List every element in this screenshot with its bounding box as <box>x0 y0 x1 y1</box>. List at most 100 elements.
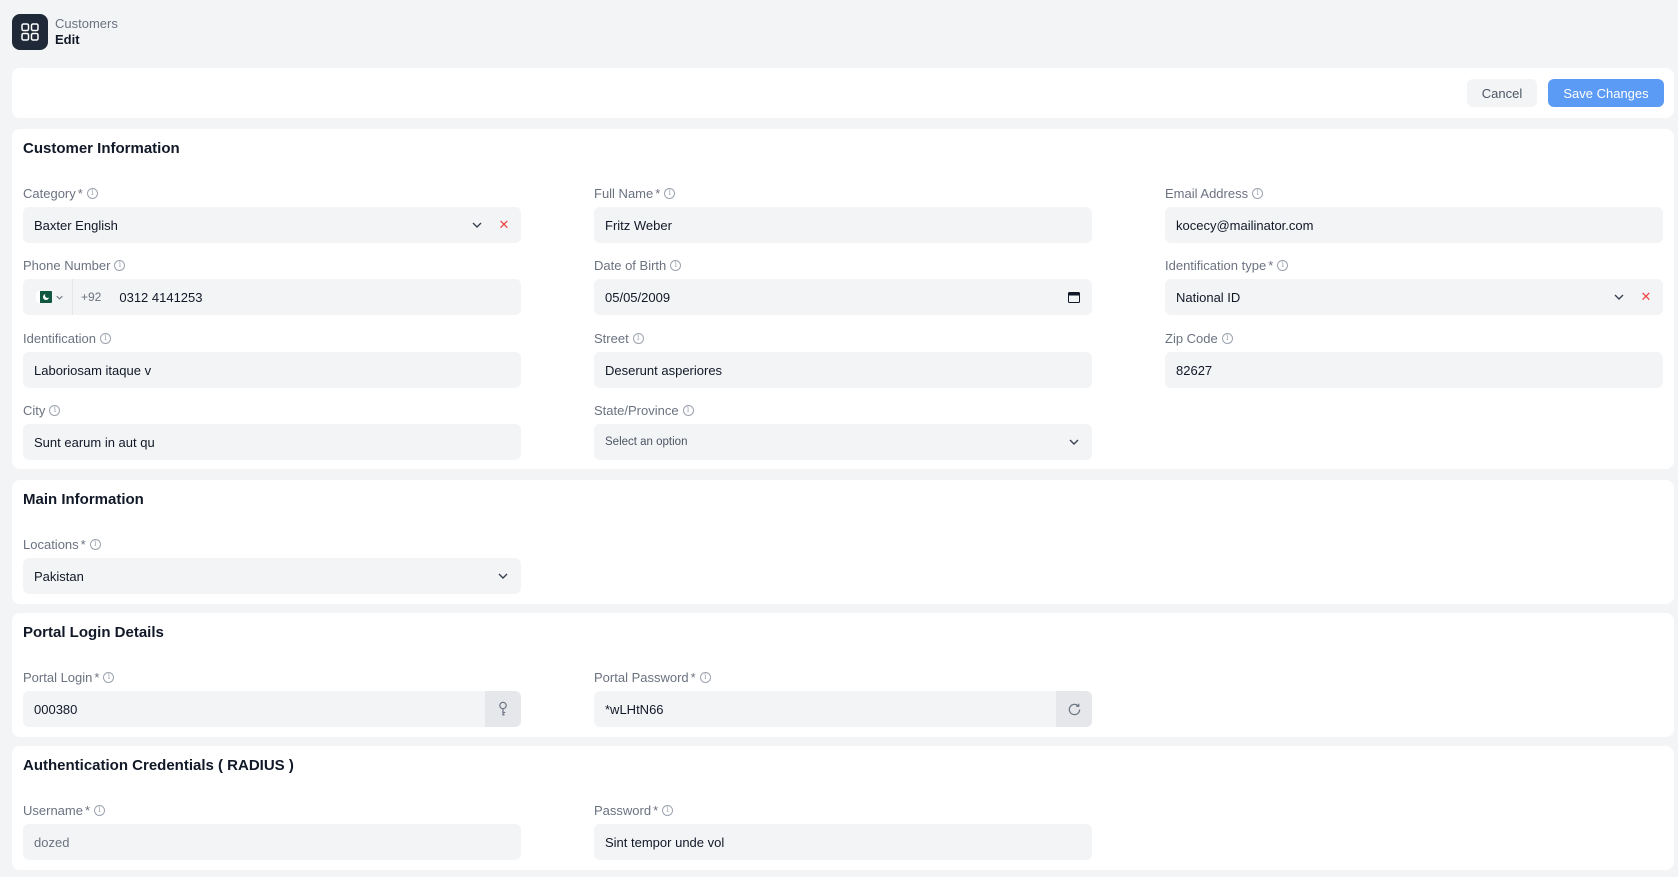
chevron-down-icon[interactable] <box>1067 435 1081 449</box>
customer-information-section: Customer Information Category * i Baxter E… <box>12 129 1674 469</box>
required-marker: * <box>80 536 86 552</box>
info-icon[interactable]: i <box>86 187 98 199</box>
required-marker: * <box>77 185 83 201</box>
breadcrumb: Customers Edit <box>55 16 118 48</box>
info-icon[interactable]: i <box>632 332 644 344</box>
field-label: Street <box>594 330 629 346</box>
info-icon[interactable]: i <box>100 332 111 344</box>
username-input[interactable]: dozed <box>23 824 521 860</box>
info-icon[interactable]: i <box>89 538 101 550</box>
identification-value: Laboriosam itaque v <box>34 362 152 378</box>
full-name-input[interactable]: Fritz Weber <box>594 207 1092 243</box>
info-icon[interactable]: i <box>114 259 126 271</box>
street-input[interactable]: Deserunt asperiores <box>594 352 1092 388</box>
id-type-value: National ID <box>1176 289 1241 305</box>
field-label: City <box>23 402 46 418</box>
info-icon[interactable]: i <box>49 404 61 416</box>
phone-input[interactable]: +92 0312 4141253 <box>23 279 521 315</box>
street-field: Street i Deserunt asperiores <box>594 330 1092 388</box>
zip-code-input[interactable]: 82627 <box>1165 352 1663 388</box>
street-value: Deserunt asperiores <box>605 362 723 378</box>
section-title: Portal Login Details <box>23 624 164 641</box>
state-province-select[interactable]: Select an option <box>594 424 1092 460</box>
field-label: Portal Login <box>23 669 93 685</box>
zip-code-field: Zip Code i 82627 <box>1165 330 1663 388</box>
password-input[interactable]: Sint tempor unde vol <box>594 824 1092 860</box>
grid-icon[interactable] <box>12 14 48 50</box>
password-field: Password * i Sint tempor unde vol <box>594 802 1092 860</box>
locations-field: Locations * i Pakistan <box>23 536 521 594</box>
full-name-field: Full Name * i Fritz Weber <box>594 185 1092 243</box>
field-label: Phone Number <box>23 257 111 273</box>
info-icon[interactable]: i <box>94 804 106 816</box>
actions-bar: Cancel Save Changes <box>12 68 1674 118</box>
info-icon[interactable]: i <box>1221 332 1233 344</box>
field-label: Email Address <box>1165 185 1249 201</box>
field-label: Identification type <box>1165 257 1267 273</box>
field-label: Full Name <box>594 185 654 201</box>
section-title: Main Information <box>23 491 144 508</box>
email-value: kocecy@mailinator.com <box>1176 217 1314 233</box>
info-icon[interactable]: i <box>682 404 694 416</box>
email-field: Email Address i kocecy@mailinator.com <box>1165 185 1663 243</box>
info-icon[interactable]: i <box>664 187 676 199</box>
date-of-birth-input[interactable]: 05/05/2009 <box>594 279 1092 315</box>
field-label: Identification <box>23 330 96 346</box>
close-icon[interactable]: ✕ <box>498 217 510 233</box>
field-label: Portal Password <box>594 669 689 685</box>
portal-login-value: 000380 <box>34 701 78 717</box>
phone-value: 0312 4141253 <box>119 289 203 305</box>
info-icon[interactable]: i <box>670 259 682 271</box>
section-title: Authentication Credentials ( RADIUS ) <box>23 757 294 774</box>
chevron-down-icon[interactable] <box>496 569 510 583</box>
info-icon[interactable]: i <box>662 804 674 816</box>
required-marker: * <box>94 669 100 685</box>
dob-value: 05/05/2009 <box>605 289 671 305</box>
email-input[interactable]: kocecy@mailinator.com <box>1165 207 1663 243</box>
chevron-down-icon[interactable] <box>1612 290 1626 304</box>
field-label: Locations <box>23 536 79 552</box>
save-changes-button[interactable]: Save Changes <box>1548 79 1664 107</box>
identification-input[interactable]: Laboriosam itaque v <box>23 352 521 388</box>
required-marker: * <box>84 802 91 818</box>
info-icon[interactable]: i <box>103 671 115 683</box>
portal-login-input[interactable]: 000380 <box>23 691 521 727</box>
field-label: Username <box>23 802 83 818</box>
city-input[interactable]: Sunt earum in aut qu <box>23 424 521 460</box>
state-placeholder: Select an option <box>605 436 688 448</box>
required-marker: * <box>690 669 696 685</box>
chevron-down-icon[interactable] <box>470 218 484 232</box>
required-marker: * <box>653 802 659 818</box>
category-select[interactable]: Baxter English ✕ <box>23 207 521 243</box>
portal-password-field: Portal Password * i *wLHtN66 <box>594 669 1092 727</box>
field-label: Category <box>23 185 76 201</box>
city-field: City i Sunt earum in aut qu <box>23 402 521 460</box>
chevron-down-icon <box>54 290 64 304</box>
identification-type-select[interactable]: National ID ✕ <box>1165 279 1663 315</box>
dial-code: +92 <box>81 290 102 304</box>
portal-password-value: *wLHtN66 <box>605 701 664 717</box>
password-value: Sint tempor unde vol <box>605 834 725 850</box>
info-icon[interactable]: i <box>699 671 711 683</box>
pakistan-flag-icon <box>36 291 52 303</box>
category-field: Category * i Baxter English ✕ <box>23 185 521 243</box>
portal-login-field: Portal Login * i 000380 <box>23 669 521 727</box>
field-label: State/Province <box>594 402 679 418</box>
phone-field: Phone Number i +92 0312 4141253 <box>23 257 521 315</box>
key-icon[interactable] <box>485 691 521 727</box>
portal-password-input[interactable]: *wLHtN66 <box>594 691 1092 727</box>
zip-value: 82627 <box>1176 362 1213 378</box>
main-information-section: Main Information Locations * i Pakistan <box>12 480 1674 604</box>
locations-select[interactable]: Pakistan <box>23 558 521 594</box>
refresh-icon[interactable] <box>1056 691 1092 727</box>
info-icon[interactable]: i <box>1252 187 1264 199</box>
close-icon[interactable]: ✕ <box>1640 289 1652 305</box>
city-value: Sunt earum in aut qu <box>34 434 155 450</box>
info-icon[interactable]: i <box>1277 259 1289 271</box>
calendar-icon[interactable] <box>1067 290 1081 304</box>
cancel-button[interactable]: Cancel <box>1467 79 1537 107</box>
breadcrumb-parent[interactable]: Customers <box>55 16 118 32</box>
country-selector[interactable] <box>36 279 73 315</box>
locations-value: Pakistan <box>34 568 84 584</box>
field-label: Password <box>594 802 652 818</box>
